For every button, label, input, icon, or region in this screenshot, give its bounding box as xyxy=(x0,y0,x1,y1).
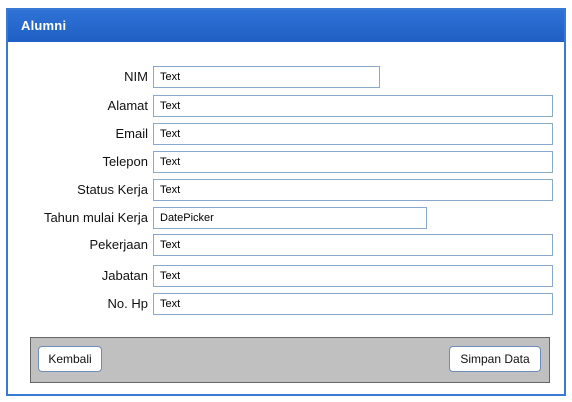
simpan-data-button[interactable]: Simpan Data xyxy=(449,346,541,372)
status-kerja-label: Status Kerja xyxy=(77,182,148,197)
nim-input[interactable]: Text xyxy=(153,66,380,88)
form-row-alamat: Alamat Text xyxy=(8,94,564,118)
form-row-jabatan: Jabatan Text xyxy=(8,264,564,288)
no-hp-input[interactable]: Text xyxy=(153,293,553,315)
window-title: Alumni xyxy=(8,10,564,42)
alamat-label: Alamat xyxy=(107,98,148,113)
alamat-input[interactable]: Text xyxy=(153,95,553,117)
tahun-mulai-kerja-datepicker[interactable]: DatePicker xyxy=(153,207,427,229)
pekerjaan-input[interactable]: Text xyxy=(153,234,553,256)
email-input[interactable]: Text xyxy=(153,123,553,145)
alumni-window: Alumni NIM Text Alamat Text Email Text T… xyxy=(6,8,566,396)
action-toolbar: Kembali Simpan Data xyxy=(30,337,550,383)
email-label: Email xyxy=(115,126,148,141)
status-kerja-input[interactable]: Text xyxy=(153,179,553,201)
form-row-tahun-mulai-kerja: Tahun mulai Kerja DatePicker xyxy=(8,206,564,230)
form-row-email: Email Text xyxy=(8,122,564,146)
jabatan-label: Jabatan xyxy=(101,268,148,283)
form-row-status-kerja: Status Kerja Text xyxy=(8,178,564,202)
telepon-label: Telepon xyxy=(102,154,148,169)
telepon-input[interactable]: Text xyxy=(153,151,553,173)
form-row-pekerjaan: Pekerjaan Text xyxy=(8,233,564,257)
kembali-button[interactable]: Kembali xyxy=(38,346,102,372)
no-hp-label: No. Hp xyxy=(107,296,148,311)
jabatan-input[interactable]: Text xyxy=(153,265,553,287)
form-row-no-hp: No. Hp Text xyxy=(8,292,564,316)
nim-label: NIM xyxy=(124,69,148,84)
pekerjaan-label: Pekerjaan xyxy=(89,237,148,252)
form-row-nim: NIM Text xyxy=(8,65,564,89)
tahun-mulai-kerja-label: Tahun mulai Kerja xyxy=(43,210,148,225)
form-row-telepon: Telepon Text xyxy=(8,150,564,174)
